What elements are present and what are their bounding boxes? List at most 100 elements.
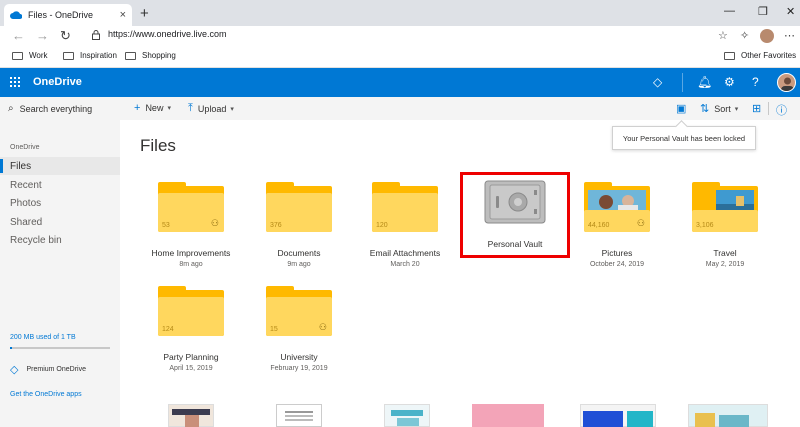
sidebar-item-label: Shared xyxy=(10,216,43,228)
folder-icon: 53 ⚇ xyxy=(158,182,224,232)
sidebar-item-files[interactable]: Files xyxy=(0,157,120,175)
gear-icon[interactable]: ⚙ xyxy=(724,75,735,89)
bell-icon[interactable]: 🔔︎ xyxy=(697,75,712,89)
tile-date: 9m ago xyxy=(287,261,311,268)
url-field[interactable]: https://www.onedrive.live.com xyxy=(108,29,227,39)
help-icon[interactable]: ? xyxy=(752,75,759,89)
sidebar-item-shared[interactable]: Shared xyxy=(0,213,120,231)
tab-close-icon[interactable]: × xyxy=(120,9,126,21)
refresh-icon[interactable]: ↻ xyxy=(60,28,71,44)
folder-tile[interactable]: 120 Email Attachments March 20 xyxy=(350,182,460,286)
onedrive-header: OneDrive ◇ 🔔︎ ⚙ ? xyxy=(0,68,800,97)
app-launcher-icon[interactable] xyxy=(10,77,20,87)
browser-tab[interactable]: Files - OneDrive × xyxy=(4,4,132,26)
tile-name: Pictures xyxy=(601,248,633,258)
folder-icon xyxy=(125,51,136,60)
new-button[interactable]: + New ▾ xyxy=(134,102,171,114)
item-count: 124 xyxy=(162,326,174,333)
tile-date: March 20 xyxy=(390,261,420,268)
sidebar-item-photos[interactable]: Photos xyxy=(0,194,120,212)
item-count: 376 xyxy=(270,222,282,229)
search-box[interactable]: ⌕ Search everything xyxy=(8,103,92,114)
tile-date: April 15, 2019 xyxy=(169,365,213,372)
forward-icon[interactable]: → xyxy=(36,28,49,43)
folder-icon xyxy=(12,51,23,60)
tile-name: Travel xyxy=(713,248,737,258)
view-grid-icon[interactable]: ⊞ xyxy=(752,102,761,115)
item-count: 120 xyxy=(376,222,388,229)
search-icon: ⌕ xyxy=(8,103,14,114)
tile-date: February 19, 2019 xyxy=(270,365,328,372)
favorite-label: Inspiration xyxy=(80,51,117,60)
minimize-button[interactable]: — xyxy=(724,5,735,17)
chevron-down-icon: ▾ xyxy=(167,105,171,112)
tile-name: Party Planning xyxy=(163,352,219,362)
onedrive-cloud-icon xyxy=(10,11,22,19)
file-thumbnail[interactable] xyxy=(384,404,430,427)
other-favorites[interactable]: Other Favorites xyxy=(724,51,796,60)
sidebar-item-label: Files xyxy=(10,160,32,172)
page-title: Files xyxy=(140,136,176,155)
storage-bar xyxy=(10,347,110,349)
header-divider xyxy=(682,73,683,92)
sidebar-item-recycle-bin[interactable]: Recycle bin xyxy=(0,231,120,249)
close-window-button[interactable]: ✕ xyxy=(786,5,795,18)
file-thumbnail[interactable] xyxy=(472,404,544,427)
sort-icon: ⇅ xyxy=(700,103,710,115)
personal-vault-tile[interactable]: Personal Vault xyxy=(460,172,570,272)
storage-bar-fill xyxy=(10,347,12,349)
address-bar: ← → ↻ https://www.onedrive.live.com ☆ ✧ … xyxy=(0,26,800,47)
storage-text[interactable]: 200 MB used of 1 TB xyxy=(10,334,76,341)
app-brand[interactable]: OneDrive xyxy=(33,76,82,88)
chevron-down-icon: ▾ xyxy=(734,105,739,113)
item-count: 53 xyxy=(162,222,170,229)
file-thumbnail[interactable] xyxy=(276,404,322,427)
collections-icon[interactable]: ✧ xyxy=(740,29,749,42)
sidebar-item-recent[interactable]: Recent xyxy=(0,176,120,194)
folder-tile[interactable]: 3,106 Travel May 2, 2019 xyxy=(670,182,780,286)
file-thumbnail[interactable] xyxy=(580,404,656,427)
get-apps-link[interactable]: Get the OneDrive apps xyxy=(10,391,82,398)
file-thumbnail[interactable] xyxy=(688,404,768,427)
upload-icon: ⤒ xyxy=(188,102,193,114)
tab-title: Files - OneDrive xyxy=(28,10,94,20)
info-icon[interactable]: ⓘ xyxy=(776,102,787,118)
folder-icon xyxy=(724,51,735,60)
folder-icon xyxy=(63,51,74,60)
upload-button[interactable]: ⤒ Upload ▾ xyxy=(188,102,234,115)
search-input[interactable]: Search everything xyxy=(20,104,93,114)
browser-tab-strip: Files - OneDrive × + — ❐ ✕ xyxy=(0,0,800,26)
favorite-label: Shopping xyxy=(142,51,176,60)
new-tab-button[interactable]: + xyxy=(140,5,149,22)
item-count: 3,106 xyxy=(696,222,714,229)
tile-date: October 24, 2019 xyxy=(589,261,645,268)
tile-name: Email Attachments xyxy=(369,248,441,258)
tooltip-text: Your Personal Vault has been locked xyxy=(622,133,746,143)
favorite-work[interactable]: Work xyxy=(12,51,48,60)
lock-icon xyxy=(92,30,100,40)
tile-name: Personal Vault xyxy=(487,239,543,249)
sidebar-item-label: Recycle bin xyxy=(10,234,62,246)
more-menu-icon[interactable]: ⋯ xyxy=(784,29,795,42)
folder-tile[interactable]: 44,160 ⚇ Pictures October 24, 2019 xyxy=(562,182,672,286)
vault-lock-icon[interactable]: ▣ xyxy=(676,102,686,115)
favorite-label: Other Favorites xyxy=(741,51,797,60)
sort-button[interactable]: ⇅ Sort ▾ xyxy=(700,102,738,115)
folder-icon: 120 xyxy=(372,182,438,232)
favorites-bar: Work Inspiration Shopping Other Favorite… xyxy=(0,47,800,68)
premium-link[interactable]: ◇ Premium OneDrive xyxy=(10,363,86,376)
safe-icon xyxy=(484,180,546,224)
folder-tile[interactable]: 376 Documents 9m ago xyxy=(244,182,354,286)
diamond-icon[interactable]: ◇ xyxy=(653,75,662,89)
favorite-star-icon[interactable]: ☆ xyxy=(718,29,728,42)
favorite-shopping[interactable]: Shopping xyxy=(125,51,176,60)
file-thumbnail[interactable] xyxy=(168,404,214,427)
folder-tile[interactable]: 124 Party Planning April 15, 2019 xyxy=(136,286,246,390)
account-avatar[interactable] xyxy=(777,73,796,92)
maximize-button[interactable]: ❐ xyxy=(758,5,768,18)
profile-avatar[interactable] xyxy=(760,29,774,43)
back-icon[interactable]: ← xyxy=(12,28,25,43)
folder-tile[interactable]: 15 ⚇ University February 19, 2019 xyxy=(244,286,354,390)
favorite-inspiration[interactable]: Inspiration xyxy=(63,51,117,60)
folder-tile[interactable]: 53 ⚇ Home Improvements 8m ago xyxy=(136,182,246,286)
